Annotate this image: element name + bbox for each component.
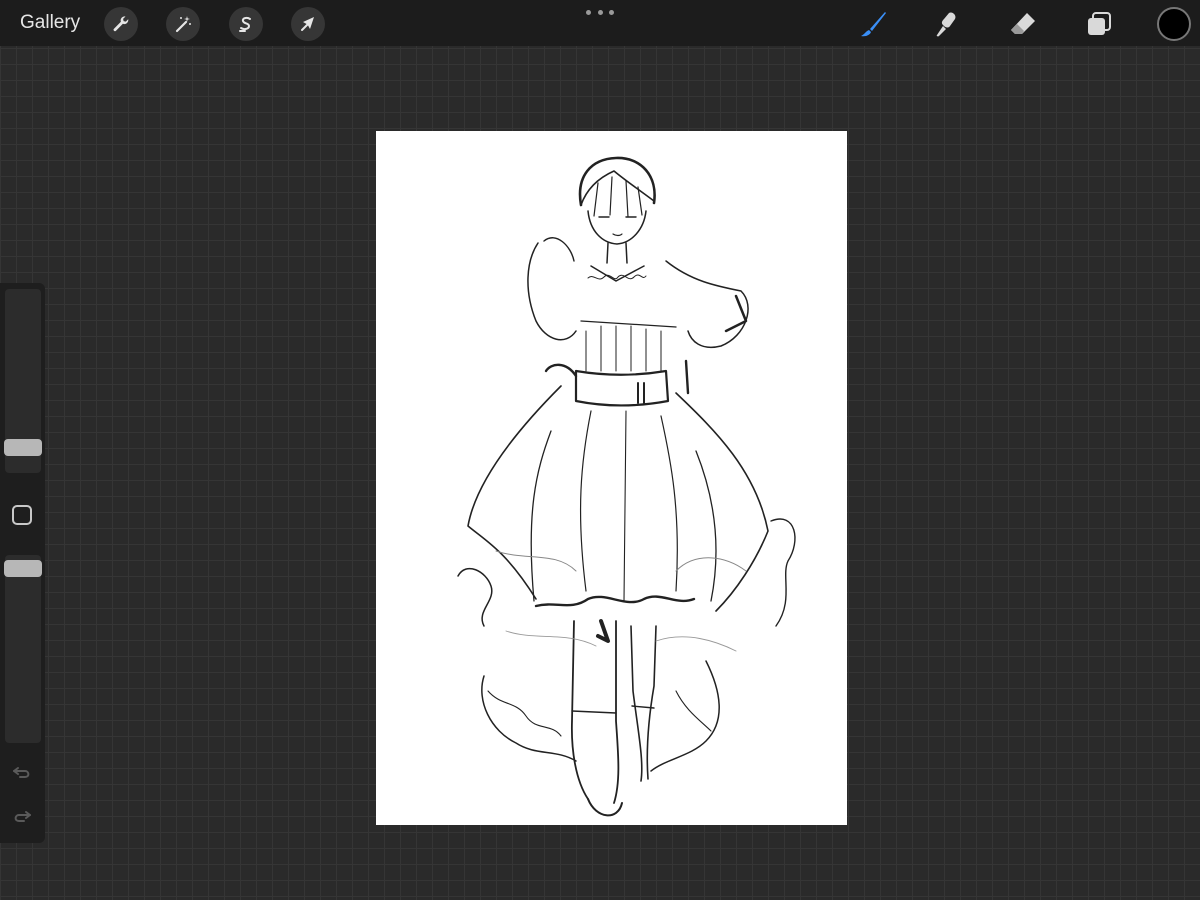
- drawing-canvas[interactable]: [376, 131, 847, 825]
- selection-button[interactable]: [229, 7, 263, 41]
- eraser-tool[interactable]: [1005, 6, 1041, 42]
- redo-icon[interactable]: [10, 803, 34, 827]
- gallery-button[interactable]: Gallery: [20, 12, 80, 34]
- layers-icon: [1088, 12, 1111, 35]
- eraser-icon: [1011, 13, 1035, 34]
- brush-size-thumb[interactable]: [4, 439, 42, 456]
- modify-button[interactable]: [12, 505, 32, 525]
- brush-tool[interactable]: [855, 6, 891, 42]
- opacity-slider[interactable]: [4, 555, 42, 743]
- adjustments-button[interactable]: [166, 7, 200, 41]
- pencil-sketch-figure: [457, 156, 796, 817]
- color-picker-swatch[interactable]: [1157, 7, 1191, 41]
- layers-tool[interactable]: [1081, 6, 1117, 42]
- opacity-thumb[interactable]: [4, 560, 42, 577]
- arrow-cursor-icon: [301, 17, 314, 31]
- dot: [597, 9, 603, 15]
- undo-icon[interactable]: [10, 759, 34, 783]
- transform-button[interactable]: [291, 7, 325, 41]
- dot: [609, 9, 614, 15]
- more-options-icon[interactable]: [586, 5, 614, 19]
- left-sidebar: [0, 283, 45, 843]
- selection-s-icon: [239, 16, 251, 32]
- wrench-icon: [113, 16, 129, 32]
- brush-size-slider[interactable]: [4, 289, 42, 473]
- brush-icon: [861, 12, 886, 37]
- top-toolbar: Gallery: [0, 0, 1200, 46]
- smudge-tool[interactable]: [929, 6, 965, 42]
- actions-button[interactable]: [104, 7, 138, 41]
- dot: [586, 9, 591, 15]
- smudge-icon: [936, 12, 956, 37]
- magic-wand-icon: [175, 16, 191, 33]
